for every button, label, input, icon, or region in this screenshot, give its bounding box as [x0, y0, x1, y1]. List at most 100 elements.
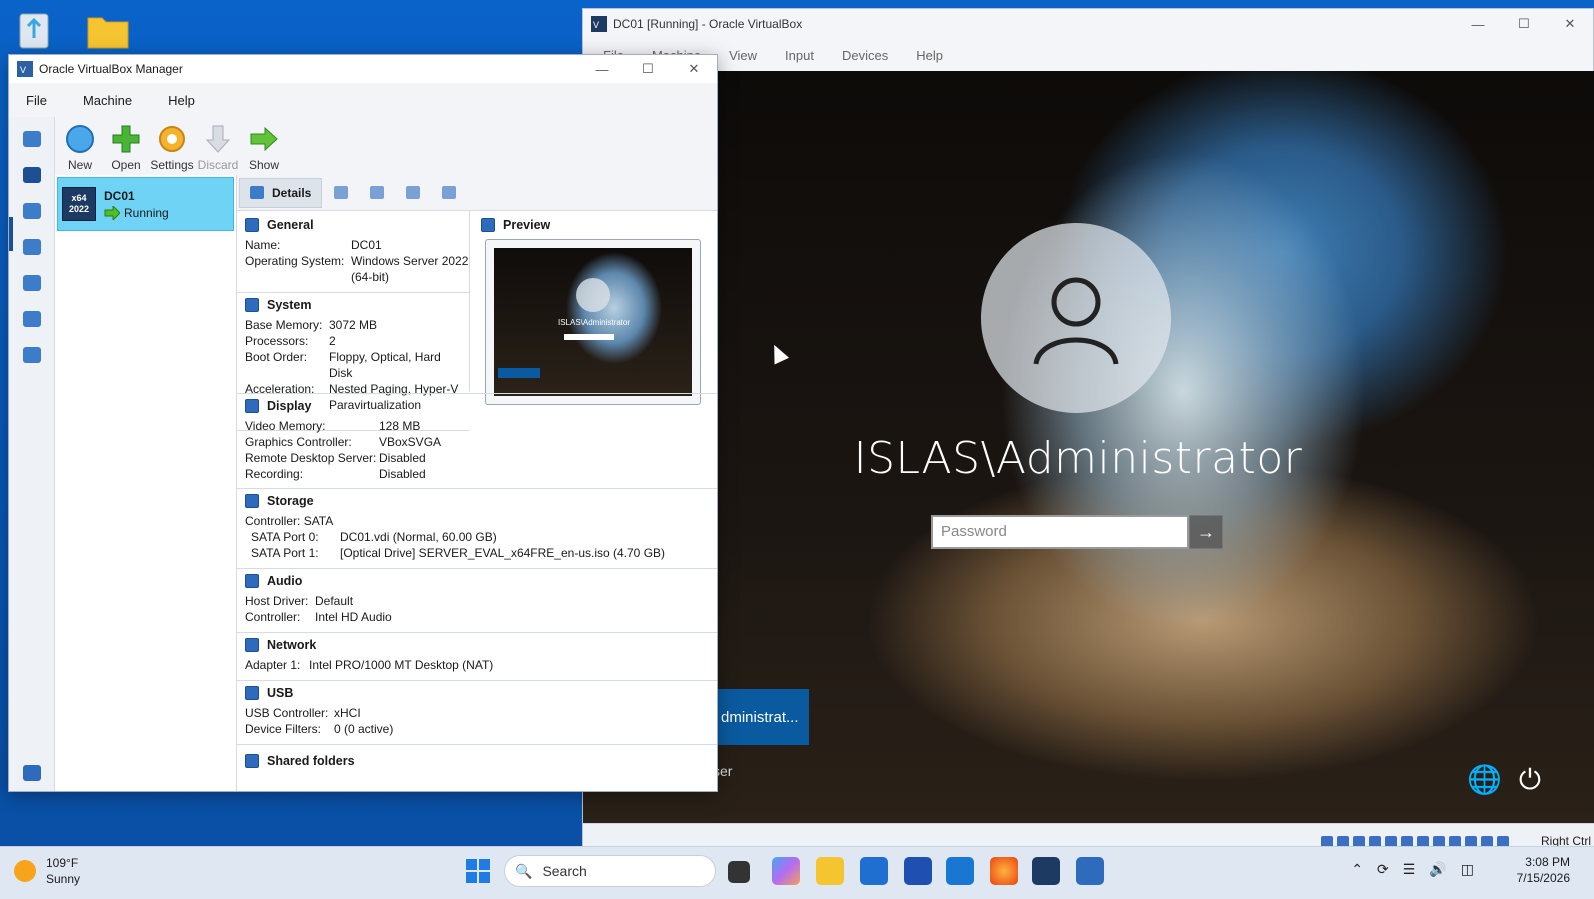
section-general-header[interactable]: General: [237, 213, 469, 237]
new-icon: [66, 125, 94, 153]
sync-icon[interactable]: ⟳: [1377, 861, 1389, 878]
recycle-bin-icon[interactable]: [12, 6, 58, 52]
show-button[interactable]: Show: [241, 117, 287, 175]
folder-icon[interactable]: [86, 10, 132, 56]
display-value: Disabled: [379, 451, 426, 465]
general-value: (64-bit): [351, 270, 390, 284]
section-storage-header[interactable]: Storage: [237, 489, 717, 513]
taskbar-search[interactable]: 🔍 Search: [504, 855, 716, 887]
close-button[interactable]: ✕: [1547, 9, 1593, 39]
vm-window-titlebar[interactable]: V DC01 [Running] - Oracle VirtualBox — ☐…: [583, 9, 1593, 39]
clock[interactable]: 3:08 PM 7/15/2026: [1517, 854, 1570, 886]
tab-file-manager[interactable]: [432, 178, 466, 208]
section-title: System: [267, 298, 312, 312]
welcome-icon[interactable]: [23, 131, 41, 147]
discard-button[interactable]: Discard: [195, 117, 241, 175]
section-display: Display Video Memory: 128 MB Graphics Con…: [237, 393, 717, 489]
settings-button[interactable]: Settings: [149, 117, 195, 175]
section-usb-header[interactable]: USB: [237, 681, 717, 705]
section-title: General: [267, 218, 314, 232]
section-title: Storage: [267, 494, 314, 508]
vm-taskbar-icon[interactable]: [1032, 857, 1060, 885]
preview-thumbnail[interactable]: ISLAS\Administrator: [485, 239, 701, 405]
chevron-up-icon[interactable]: ⌃: [1351, 861, 1363, 878]
close-button[interactable]: ✕: [671, 55, 717, 84]
audio-key: Host Driver:: [245, 594, 309, 608]
section-network-header[interactable]: Network: [237, 633, 717, 657]
open-button[interactable]: Open: [103, 117, 149, 175]
sun-icon: [14, 860, 36, 882]
vm-menu-input[interactable]: Input: [771, 48, 828, 63]
virtualbox-taskbar-icon[interactable]: [1076, 857, 1104, 885]
manager-toolbar: New Open Settings Discard Show: [55, 117, 717, 175]
file-explorer-icon[interactable]: [816, 857, 844, 885]
user-tile-administrator[interactable]: dministrat...: [713, 689, 809, 745]
vm-window[interactable]: V DC01 [Running] - Oracle VirtualBox — ☐…: [582, 8, 1594, 853]
snapshots-icon: [334, 186, 349, 199]
vm-menu-help[interactable]: Help: [902, 48, 957, 63]
vm-menu-view[interactable]: View: [715, 48, 771, 63]
display-key: Graphics Controller:: [245, 435, 352, 449]
network-manager-icon[interactable]: [23, 275, 41, 291]
vm-screen[interactable]: ISLAS\Administrator Password → dministra…: [583, 71, 1594, 823]
list-menu-icon[interactable]: [23, 765, 41, 781]
app-icon[interactable]: [904, 857, 932, 885]
new-label: New: [67, 158, 92, 172]
tab-snapshots[interactable]: [324, 178, 358, 208]
manager-titlebar[interactable]: V Oracle VirtualBox Manager — ☐ ✕: [9, 55, 717, 83]
battery-icon[interactable]: ◫: [1461, 861, 1474, 878]
task-view-icon[interactable]: [728, 861, 750, 883]
discard-arrow-icon: [205, 125, 231, 153]
password-input[interactable]: Password: [931, 515, 1189, 549]
vm-menu-devices[interactable]: Devices: [828, 48, 902, 63]
vm-window-title: DC01 [Running] - Oracle VirtualBox: [613, 17, 803, 31]
vm-list-item-dc01[interactable]: x64 2022 DC01 Running: [57, 177, 234, 231]
system-icon: [245, 298, 259, 312]
submit-arrow-button[interactable]: →: [1189, 515, 1223, 549]
menu-file[interactable]: File: [15, 93, 58, 108]
media-icon[interactable]: [23, 239, 41, 255]
new-button[interactable]: New: [57, 117, 103, 175]
copilot-icon[interactable]: [772, 857, 800, 885]
power-icon[interactable]: ⏻: [1513, 763, 1547, 797]
cloud-icon[interactable]: [23, 311, 41, 327]
clock-date: 7/15/2026: [1516, 871, 1570, 885]
audio-value: Intel HD Audio: [315, 610, 392, 624]
manager-window[interactable]: V Oracle VirtualBox Manager — ☐ ✕ File M…: [8, 54, 718, 792]
wifi-icon[interactable]: ☰: [1403, 861, 1416, 878]
weather-temp: 109°F: [46, 856, 79, 870]
section-preview-header[interactable]: Preview: [473, 213, 717, 237]
menu-help[interactable]: Help: [157, 93, 206, 108]
system-tray: ⌃ ⟳ ☰ 🔊 ◫: [1351, 861, 1474, 878]
section-audio-header[interactable]: Audio: [237, 569, 717, 593]
display-value: Disabled: [379, 467, 426, 481]
section-display-header[interactable]: Display: [237, 394, 717, 418]
store-icon[interactable]: [860, 857, 888, 885]
activity-icon: [406, 186, 421, 199]
language-globe-icon[interactable]: 🌐: [1467, 763, 1502, 797]
maximize-button[interactable]: ☐: [1501, 9, 1547, 39]
outlook-icon[interactable]: [946, 857, 974, 885]
firefox-icon[interactable]: [990, 857, 1018, 885]
machines-icon[interactable]: [23, 167, 41, 183]
section-system-header[interactable]: System: [237, 293, 469, 317]
display-key: Remote Desktop Server:: [245, 451, 377, 465]
section-title: Preview: [503, 218, 551, 232]
open-label[interactable]: Open: [111, 158, 140, 172]
start-button[interactable]: [466, 859, 490, 883]
tab-details[interactable]: Details: [239, 177, 323, 208]
extensions-icon[interactable]: [23, 203, 41, 219]
show-label: Show: [248, 158, 280, 172]
network-icon: [245, 638, 259, 652]
tab-activity[interactable]: [396, 178, 430, 208]
activities-icon[interactable]: [23, 347, 41, 363]
menu-machine[interactable]: Machine: [72, 93, 143, 108]
section-shared-folders-header[interactable]: Shared folders: [237, 749, 717, 773]
maximize-button[interactable]: ☐: [625, 55, 671, 84]
tab-logs[interactable]: [360, 178, 394, 208]
weather-widget[interactable]: 109°F Sunny: [14, 855, 80, 887]
minimize-button[interactable]: —: [579, 55, 625, 84]
minimize-button[interactable]: —: [1455, 9, 1501, 39]
volume-icon[interactable]: 🔊: [1429, 861, 1446, 878]
system-value: Disk: [329, 366, 353, 380]
